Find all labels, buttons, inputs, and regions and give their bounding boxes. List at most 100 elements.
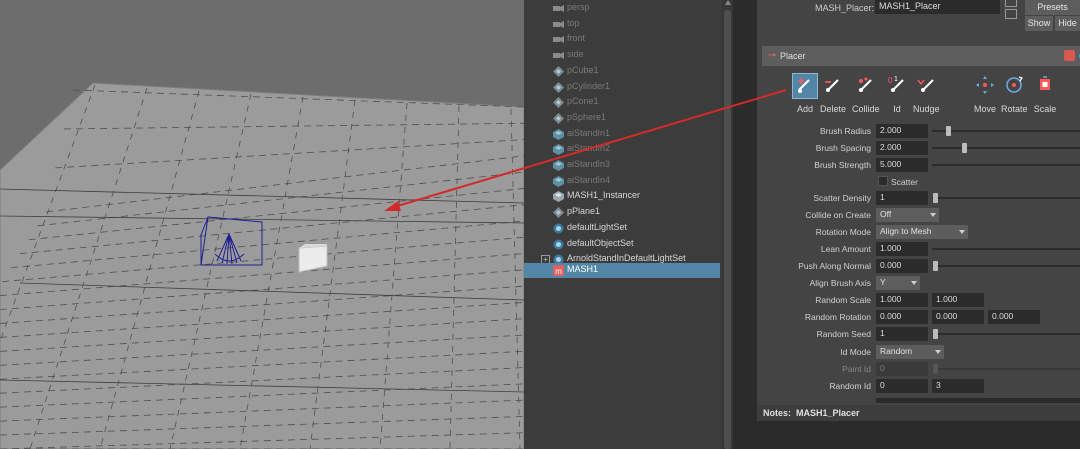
show-button[interactable]: Show (1025, 16, 1053, 31)
scatter-density-field[interactable]: 1 (876, 191, 928, 205)
camera-icon (553, 3, 564, 14)
notes-node-name: MASH1_Placer (796, 408, 860, 418)
brush-delete-icon (820, 73, 846, 99)
brush-radius-slider[interactable] (932, 130, 1080, 132)
outliner-item-label: pCone1 (567, 96, 599, 107)
tool-delete[interactable]: Delete (820, 73, 846, 114)
focus-icon[interactable] (1005, 0, 1017, 7)
node-name-field[interactable]: MASH1_Placer (875, 0, 1000, 14)
svg-text:0: 0 (888, 76, 893, 85)
random-scale-min-field[interactable]: 1.000 (876, 293, 928, 307)
outliner-item[interactable]: defaultObjectSet (524, 237, 720, 252)
tool-rotate[interactable]: Rotate (1001, 73, 1028, 114)
outliner-item[interactable]: aiStandIn3 (524, 158, 720, 173)
lean-amount-slider[interactable] (932, 248, 1080, 250)
hide-button[interactable]: Hide (1055, 16, 1080, 31)
collide-on-create-dropdown[interactable]: Off (876, 208, 939, 222)
scatter-density-slider-handle[interactable] (933, 193, 938, 203)
random-rotation-x-field[interactable]: 0.000 (876, 310, 928, 324)
outliner-item[interactable]: top (524, 17, 720, 32)
collapse-arrow-icon[interactable]: ➙ (768, 50, 776, 61)
clipped-row (876, 398, 1080, 403)
paint-id-slider (932, 368, 1080, 370)
svg-text:1: 1 (894, 76, 898, 83)
outliner-item-label: aiStandIn2 (567, 143, 611, 154)
random-seed-slider[interactable] (932, 333, 1080, 335)
tool-scale[interactable]: Scale (1032, 73, 1058, 114)
push-along-normal-field[interactable]: 0.000 (876, 259, 928, 273)
notes-textarea[interactable] (757, 421, 1080, 449)
outliner-item-label: aiStandIn4 (567, 174, 611, 185)
random-rotation-y-field[interactable]: 0.000 (932, 310, 984, 324)
outliner-item[interactable]: m MASH1 (524, 263, 720, 278)
paint-id-label: Paint Id (842, 364, 871, 374)
outliner-item[interactable]: persp (524, 1, 720, 16)
outliner-item[interactable]: pCone1 (524, 95, 720, 110)
brush-strength-slider[interactable] (932, 164, 1080, 166)
outliner-item[interactable]: aiStandIn1 (524, 127, 720, 142)
camera-icon (553, 19, 564, 30)
brush-spacing-slider-handle[interactable] (962, 143, 967, 153)
ground-plane (0, 82, 524, 449)
tool-label: Rotate (1001, 104, 1028, 114)
rotation-mode-dropdown[interactable]: Align to Mesh (876, 225, 968, 239)
placer-section-header[interactable]: ➙ Placer (762, 46, 1080, 66)
scatter-checkbox[interactable] (878, 176, 888, 186)
dropdown-value: Align to Mesh (880, 226, 932, 236)
random-seed-slider-handle[interactable] (933, 329, 938, 339)
transform-icon (553, 97, 564, 109)
outliner-item-label: pCube1 (567, 64, 599, 75)
scatter-density-slider[interactable] (932, 197, 1080, 199)
brush-spacing-slider[interactable] (932, 147, 1080, 149)
outliner-item[interactable]: pPlane1 (524, 205, 720, 220)
outliner-item[interactable]: MASH1_Instancer (524, 189, 720, 204)
align-brush-axis-dropdown[interactable]: Y (876, 276, 920, 290)
viewport-scene (0, 82, 524, 449)
lean-amount-field[interactable]: 1.000 (876, 242, 928, 256)
outliner-item-label: aiStandIn3 (567, 159, 611, 169)
tool-add[interactable]: Add (792, 73, 818, 114)
tool-move[interactable]: Move (972, 73, 998, 114)
viewport-3d[interactable] (0, 0, 524, 449)
random-id-max-field[interactable]: 3 (932, 379, 984, 393)
mash-node-icon[interactable] (1064, 50, 1075, 61)
scroll-up-arrow-icon[interactable] (725, 0, 731, 5)
select-icon[interactable] (1005, 9, 1017, 19)
push-along-normal-slider[interactable] (932, 265, 1080, 267)
brush-radius-slider-handle[interactable] (946, 126, 951, 136)
random-id-min-field[interactable]: 0 (876, 379, 928, 393)
presets-button[interactable]: Presets (1025, 0, 1080, 15)
outliner-item[interactable]: aiStandIn4 (524, 174, 720, 189)
scatter-label: Scatter (891, 177, 918, 187)
tool-id[interactable]: 01 Id (884, 73, 910, 114)
transform-icon (553, 112, 564, 124)
push-along-normal-slider-handle[interactable] (933, 261, 938, 271)
scroll-thumb[interactable] (724, 10, 731, 449)
outliner-item-label: ArnoldStandInDefaultLightSet (567, 253, 686, 264)
random-seed-field[interactable]: 1 (876, 327, 928, 341)
id-mode-dropdown[interactable]: Random (876, 345, 944, 359)
random-rotation-z-field[interactable]: 0.000 (988, 310, 1040, 324)
brush-spacing-field[interactable]: 2.000 (876, 141, 928, 155)
tool-nudge[interactable]: Nudge (913, 73, 940, 114)
notes-bar: Notes: MASH1_Placer (757, 405, 1080, 421)
lean-amount-label: Lean Amount (820, 244, 871, 254)
outliner-item[interactable]: aiStandIn2 (524, 142, 720, 157)
outliner-item[interactable]: pCube1 (524, 64, 720, 79)
brush-radius-field[interactable]: 2.000 (876, 124, 928, 138)
outliner-item[interactable]: defaultLightSet (524, 221, 720, 236)
camera-icon (553, 50, 564, 61)
panel-separator[interactable] (733, 0, 757, 449)
outliner-item-label: front (567, 33, 586, 44)
tool-collide[interactable]: Collide (852, 73, 880, 114)
outliner-item[interactable]: side (524, 48, 720, 63)
set-icon (553, 239, 564, 250)
outliner-item[interactable]: pSphere1 (524, 111, 720, 126)
random-scale-max-field[interactable]: 1.000 (932, 293, 984, 307)
outliner-item[interactable]: front (524, 32, 720, 47)
outliner-item[interactable]: pCylinder1 (524, 80, 720, 95)
id-mode-label: Id Mode (840, 347, 871, 357)
outliner-scrollbar[interactable] (722, 0, 733, 449)
outliner-item-label: pSphere1 (567, 111, 607, 122)
brush-strength-field[interactable]: 5.000 (876, 158, 928, 172)
